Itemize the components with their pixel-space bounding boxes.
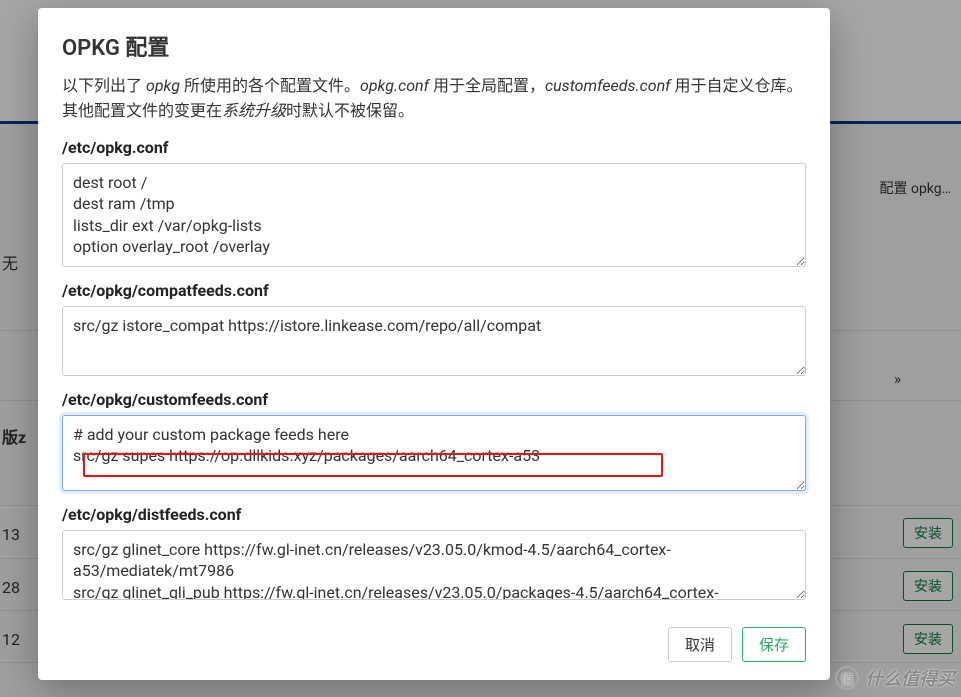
desc-text: 时默认不被保留。 <box>286 101 414 120</box>
compatfeeds-textarea[interactable] <box>62 306 806 376</box>
modal-footer: 取消 保存 <box>62 617 806 662</box>
opkg-conf-section: /etc/opkg.conf <box>62 138 806 271</box>
customfeeds-textarea[interactable] <box>62 415 806 491</box>
desc-em: customfeeds.conf <box>545 76 671 95</box>
desc-text: 用于全局配置， <box>429 76 545 95</box>
opkg-conf-label: /etc/opkg.conf <box>62 138 806 157</box>
modal-title: OPKG 配置 <box>62 30 806 62</box>
distfeeds-section: /etc/opkg/distfeeds.conf <box>62 505 806 604</box>
distfeeds-textarea[interactable] <box>62 530 806 600</box>
compatfeeds-section: /etc/opkg/compatfeeds.conf <box>62 281 806 380</box>
desc-text: 所使用的各个配置文件。 <box>180 76 360 95</box>
watermark: 值 什么值得买 <box>835 665 955 691</box>
opkg-conf-textarea[interactable] <box>62 163 806 267</box>
cancel-button[interactable]: 取消 <box>668 627 732 662</box>
distfeeds-label: /etc/opkg/distfeeds.conf <box>62 505 806 524</box>
watermark-icon: 值 <box>835 666 859 690</box>
compatfeeds-label: /etc/opkg/compatfeeds.conf <box>62 281 806 300</box>
save-button[interactable]: 保存 <box>742 627 806 662</box>
watermark-text: 什么值得买 <box>865 665 955 691</box>
modal-description: 以下列出了 opkg 所使用的各个配置文件。opkg.conf 用于全局配置，c… <box>62 74 806 124</box>
desc-em: opkg <box>146 76 180 95</box>
opkg-config-modal: OPKG 配置 以下列出了 opkg 所使用的各个配置文件。opkg.conf … <box>38 8 830 680</box>
desc-em: opkg.conf <box>360 76 429 95</box>
customfeeds-section: /etc/opkg/customfeeds.conf <box>62 390 806 495</box>
desc-em: 系统升级 <box>222 101 286 120</box>
customfeeds-label: /etc/opkg/customfeeds.conf <box>62 390 806 409</box>
desc-text: 以下列出了 <box>62 76 146 95</box>
